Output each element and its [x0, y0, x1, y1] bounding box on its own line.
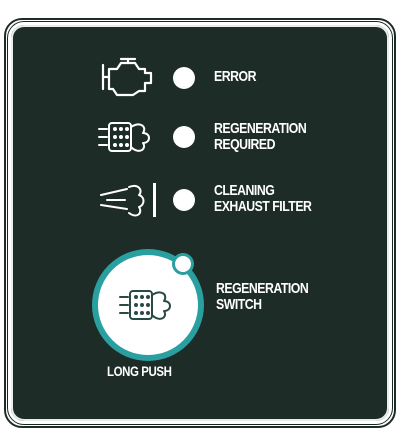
cleaning-exhaust-filter-led: [173, 189, 195, 211]
regeneration-required-line1: REGENERATION: [214, 120, 307, 137]
regeneration-switch-led: [172, 253, 194, 275]
regeneration-required-line2: REQUIRED: [214, 136, 275, 153]
regeneration-required-led: [173, 126, 195, 148]
error-label: ERROR: [214, 69, 256, 85]
switch-dpf-regeneration-icon: [118, 285, 180, 330]
dpf-regeneration-icon: [97, 117, 159, 162]
cleaning-exhaust-filter-label: CLEANING EXHAUST FILTER: [214, 182, 312, 215]
regeneration-switch-line1: REGENERATION: [216, 280, 309, 297]
regeneration-switch-line2: SWITCH: [216, 296, 262, 313]
error-indicator-led: [173, 67, 195, 89]
control-panel: ERROR REGENERATION REQUIRED CLEANING EXH…: [8, 22, 392, 424]
error-label-line1: ERROR: [214, 68, 256, 85]
long-push-hint: LONG PUSH: [107, 363, 172, 379]
cleaning-exhaust-filter-line2: EXHAUST FILTER: [214, 198, 312, 215]
regeneration-required-label: REGENERATION REQUIRED: [214, 120, 307, 153]
cleaning-exhaust-filter-line1: CLEANING: [214, 182, 275, 199]
regeneration-switch-label: REGENERATION SWITCH: [216, 280, 309, 313]
regeneration-switch-button[interactable]: [92, 249, 204, 361]
exhaust-cleaning-icon: [97, 179, 163, 226]
engine-check-icon: [99, 55, 157, 104]
